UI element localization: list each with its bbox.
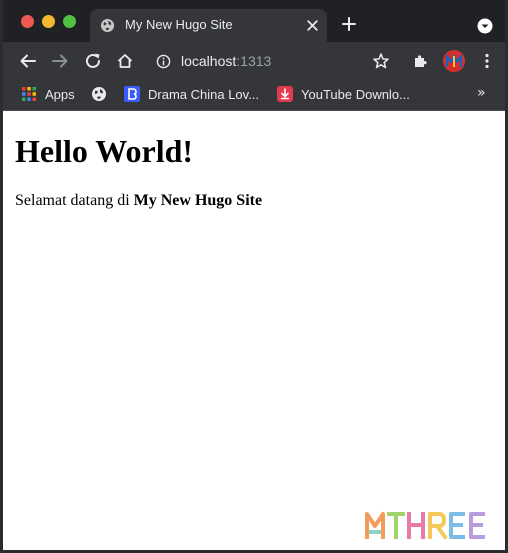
- window-maximize-button[interactable]: [63, 15, 76, 28]
- tab-title: My New Hugo Site: [125, 17, 233, 32]
- bookmark-youtube-downloader[interactable]: YouTube Downlo...: [275, 80, 425, 110]
- bookmark-label: Apps: [45, 87, 75, 102]
- home-icon[interactable]: [116, 52, 134, 70]
- site-name: My New Hugo Site: [133, 192, 263, 209]
- page-viewport: Hello World! Selamat datang di My New Hu…: [6, 111, 505, 550]
- site-info-icon[interactable]: [156, 54, 171, 69]
- apps-grid-icon: [22, 87, 36, 101]
- tab-strip: My New Hugo Site: [3, 0, 505, 42]
- drama-china-favicon: [124, 86, 140, 102]
- reload-icon[interactable]: [84, 52, 102, 70]
- toolbar: localhost:1313: [3, 42, 505, 80]
- url-text: localhost:1313: [181, 53, 271, 69]
- window-minimize-button[interactable]: [42, 15, 55, 28]
- tab-search-icon[interactable]: [477, 18, 493, 34]
- avatar[interactable]: [443, 50, 465, 72]
- window-close-button[interactable]: [21, 15, 34, 28]
- close-icon[interactable]: [306, 19, 319, 32]
- welcome-text: Selamat datang di: [15, 192, 134, 209]
- profile-avatar-icon: [443, 50, 465, 72]
- bookmark-apps[interactable]: Apps: [17, 80, 81, 110]
- welcome-paragraph: Selamat datang di My New Hugo Site: [15, 192, 262, 210]
- new-tab-button[interactable]: [342, 17, 356, 31]
- back-arrow-icon[interactable]: [19, 52, 37, 70]
- page-title: Hello World!: [15, 133, 194, 169]
- bookmark-label: YouTube Downlo...: [301, 87, 410, 102]
- more-bookmarks-button[interactable]: »: [477, 85, 486, 101]
- bookmarks-bar: Apps Drama China Lov... YouTube Downlo..…: [3, 80, 505, 111]
- menu-kebab-icon[interactable]: [478, 52, 496, 70]
- bookmark-globe[interactable]: [89, 80, 113, 110]
- tab-active[interactable]: My New Hugo Site: [90, 9, 327, 42]
- bookmark-drama-china[interactable]: Drama China Lov...: [122, 80, 267, 110]
- mthree-watermark-logo: [365, 512, 485, 540]
- bookmark-label: Drama China Lov...: [148, 87, 260, 102]
- globe-icon: [92, 87, 106, 101]
- forward-arrow-icon[interactable]: [51, 52, 69, 70]
- url-port: :1313: [236, 53, 272, 69]
- browser-window: My New Hugo Site localhost:1313 Apps Dra…: [0, 0, 508, 553]
- extensions-puzzle-icon[interactable]: [412, 52, 430, 70]
- globe-icon: [100, 18, 115, 33]
- url-host: localhost: [181, 53, 237, 69]
- youtube-download-favicon: [277, 86, 293, 102]
- address-bar[interactable]: localhost:1313: [146, 46, 398, 76]
- bookmark-star-icon[interactable]: [372, 52, 390, 70]
